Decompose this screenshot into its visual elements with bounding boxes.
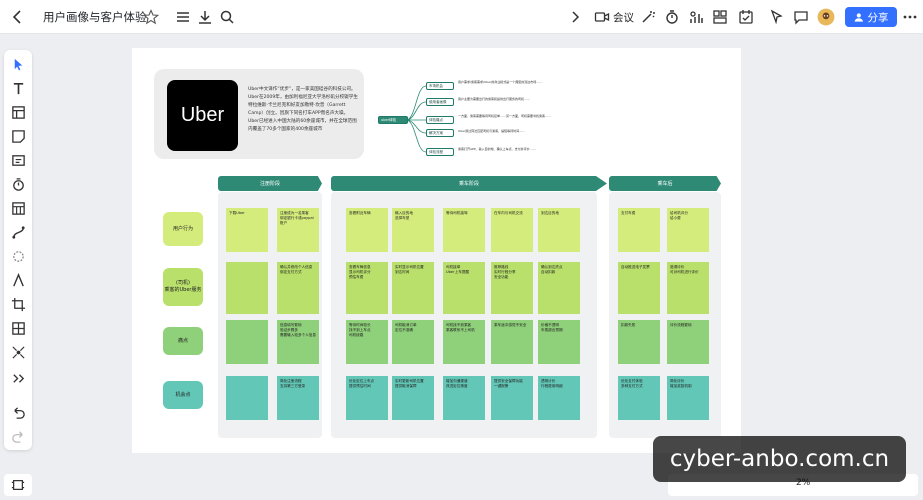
sticky-note[interactable]: 邀请评价 可对司机进行评价 xyxy=(667,262,709,314)
sticky-note[interactable]: 实时显示司机位置 到达时间 xyxy=(392,262,434,314)
uber-logo: Uber xyxy=(167,80,238,151)
back-icon[interactable] xyxy=(8,5,28,29)
sticky-note[interactable]: 扣款失败 xyxy=(618,320,660,364)
calendar-check-icon[interactable] xyxy=(737,5,755,29)
more-icon[interactable] xyxy=(901,5,919,29)
sticky-note[interactable]: 透明计价 行程费用明细 xyxy=(538,376,580,420)
sticky-note[interactable]: 等待时间较长 找不到上车点 司机绕路 xyxy=(346,320,388,364)
sticky-note[interactable]: 司机找不到乘客 乘客联系不上司机 xyxy=(443,320,485,364)
chart-icon[interactable] xyxy=(687,5,705,29)
mindmap-branch-text: 一方面，乘客需要等待司机接单……另一方面，司机需要寻找乘客…… xyxy=(458,114,552,118)
mindmap-branch[interactable]: 使用者画像 xyxy=(426,98,454,106)
sticky-note[interactable]: 支付车费 xyxy=(618,208,660,252)
search-icon[interactable] xyxy=(218,5,236,29)
sticky-note[interactable]: 确认并修改个人信息 绑定支付方式 xyxy=(277,262,319,314)
mindmap-branch-text: 用户需求/乘客需求/Uber的商业模式是一个典型的双边市场…… xyxy=(458,80,543,84)
star-icon[interactable] xyxy=(142,5,160,29)
sticky-note[interactable]: 优化支付体验 多种支付方式 xyxy=(618,376,660,420)
sticky-note[interactable]: 乘车途中感觉不安全 xyxy=(491,320,533,364)
sticky-note[interactable]: 实时更新司机位置 提供取消保障 xyxy=(392,376,434,420)
row-label[interactable]: 痛点 xyxy=(163,327,203,355)
comment-icon[interactable] xyxy=(792,5,810,29)
outline-icon[interactable] xyxy=(4,474,32,496)
sticky-note[interactable]: 查看附近车辆 xyxy=(346,208,388,252)
pointer-icon[interactable] xyxy=(768,5,786,29)
avatar[interactable] xyxy=(815,5,837,29)
sticky-note[interactable]: 输入目的地 选择车型 xyxy=(392,208,434,252)
sticky-note[interactable]: 司机取消订单 定位不准确 xyxy=(392,320,434,364)
frame-tool-icon[interactable] xyxy=(8,102,28,122)
chevron-right-icon[interactable] xyxy=(566,5,584,29)
template-icon[interactable] xyxy=(8,150,28,170)
mindmap-branch[interactable]: 体验痛点 xyxy=(426,116,454,124)
layout-icon[interactable] xyxy=(711,5,729,29)
pen-tool-icon[interactable] xyxy=(8,270,28,290)
sticky-note[interactable]: 价格不透明 车费超出预期 xyxy=(538,320,580,364)
magic-wand-icon[interactable] xyxy=(639,5,657,29)
mindmap-branch-text: 用户主要为需要出行的乘客和提供出行服务的司机…… xyxy=(458,97,531,101)
sticky-note[interactable]: 确认到达终点 自动扣款 xyxy=(538,262,580,314)
sticky-note[interactable]: 在车内与司机交流 xyxy=(491,208,533,252)
mindmap-tool-icon[interactable] xyxy=(8,342,28,362)
stage-header[interactable]: 注册阶段 xyxy=(218,176,322,191)
watermark: cyber-anbo.com.cn xyxy=(653,436,906,482)
mindmap-branch[interactable]: 解决方案 xyxy=(426,129,454,137)
sticky-note[interactable]: 注册成为一名乘客 绑定银行卡或paypal账户 xyxy=(277,208,319,252)
document-title[interactable]: 用户画像与客户体验 xyxy=(43,9,147,25)
sticky-note[interactable] xyxy=(226,320,268,364)
sticky-note[interactable]: 下载Uber xyxy=(226,208,268,252)
undo-icon[interactable] xyxy=(8,402,28,422)
sticky-note[interactable]: 到达目的地 xyxy=(538,208,580,252)
mindmap-root[interactable]: uber体验 xyxy=(378,116,408,124)
select-tool-icon[interactable] xyxy=(8,54,28,74)
top-toolbar: 用户画像与客户体验 会议 分享 xyxy=(0,0,923,34)
sticky-note[interactable]: 给司机评分 给小费 xyxy=(667,208,709,252)
sticky-note[interactable]: 查看车辆信息 显示司机评分 预估车费 xyxy=(346,262,388,314)
sticky-note[interactable]: 推荐路线 实时行程分享 安全功能 xyxy=(491,262,533,314)
meeting-label[interactable]: 会议 xyxy=(613,10,634,25)
sticky-note[interactable]: 提供安全保障功能 一键报警 xyxy=(491,376,533,420)
user-add-icon xyxy=(854,12,863,22)
mindmap-branch[interactable]: 市场机会 xyxy=(426,82,454,90)
sticky-note[interactable]: 评价流程繁琐 xyxy=(667,320,709,364)
sticky-note[interactable]: 增加沟通渠道 改进定位精度 xyxy=(443,376,485,420)
left-toolbar xyxy=(4,50,32,450)
mindmap-branch-text: Uber通过算法匹配司机与乘客，缩短等待时间…… xyxy=(458,129,526,133)
timer-icon[interactable] xyxy=(663,5,681,29)
mindmap-branch-text: 乘客打开APP、输入目的地、确认上车点、支付并评价…… xyxy=(458,147,536,151)
share-label: 分享 xyxy=(867,11,889,24)
row-label[interactable]: 用户行为 xyxy=(163,212,203,246)
sticky-note[interactable]: 信息填写繁琐 验证步骤多 需要输入较多个人信息 xyxy=(277,320,319,364)
sticky-note[interactable]: 司机接单 Uber上车提醒 xyxy=(443,262,485,314)
more-tools-icon[interactable] xyxy=(8,368,28,388)
ai-tool-icon[interactable] xyxy=(8,246,28,266)
row-label[interactable]: (司机) 乘客的Uber服务 xyxy=(163,268,203,306)
video-icon[interactable] xyxy=(593,5,611,29)
row-label[interactable]: 机会点 xyxy=(163,381,203,409)
table-tool-icon[interactable] xyxy=(8,198,28,218)
sticky-note[interactable] xyxy=(226,262,268,314)
stage-header[interactable]: 乘车阶段 xyxy=(331,176,607,191)
sticky-note[interactable]: 等待司机接驾 xyxy=(443,208,485,252)
connector-tool-icon[interactable] xyxy=(8,222,28,242)
crop-tool-icon[interactable] xyxy=(8,294,28,314)
sticky-note[interactable]: 简化注册流程 支持第三方登录 xyxy=(277,376,319,420)
timer-tool-icon[interactable] xyxy=(8,174,28,194)
share-button[interactable]: 分享 xyxy=(845,7,897,27)
mindmap-branch[interactable]: 体验流程 xyxy=(426,148,454,156)
menu-icon[interactable] xyxy=(174,5,192,29)
grid-tool-icon[interactable] xyxy=(8,318,28,338)
sticky-note[interactable]: 优化定位上车点 提供预估时间 xyxy=(346,376,388,420)
sticky-note[interactable] xyxy=(226,376,268,420)
text-tool-icon[interactable] xyxy=(8,78,28,98)
download-icon[interactable] xyxy=(196,5,214,29)
sticky-note[interactable]: 简化评价 增加奖励机制 xyxy=(667,376,709,420)
stage-header[interactable]: 乘车后 xyxy=(609,176,721,191)
redo-icon[interactable] xyxy=(8,426,28,446)
sticky-note[interactable]: 自动推送电子发票 xyxy=(618,262,660,314)
uber-description: Uber中文译作“优步”，是一家美国硅谷的科技公司。Uber在2009年，由加利… xyxy=(248,87,358,132)
sticky-note-icon[interactable] xyxy=(8,126,28,146)
